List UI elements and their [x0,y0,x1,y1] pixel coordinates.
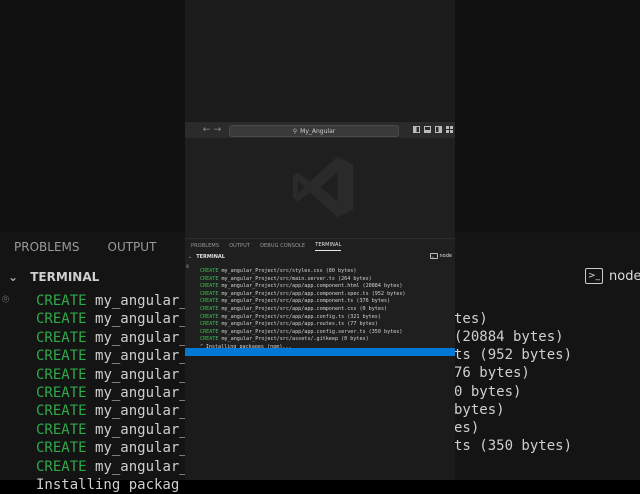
terminal-header: ⌄ TERMINAL >_ node [185,251,455,263]
forward-arrow-icon[interactable]: → [212,125,223,135]
panel-tabs: PROBLEMS OUTPUT DEBUG CONSOLE TERMINAL [185,238,455,251]
terminal-line: CREATE my_angular_Project/src/app/app.co… [200,290,406,297]
terminal-line: CREATE my_angular_Project/src/app/app.ro… [200,321,378,328]
terminal-output: CREATE my_angular_Project/src/styles.css… [200,268,405,352]
terminal-line: CREATE my_angular_Project/src/main.serve… [200,275,372,282]
backdrop-fragment: tes) [454,311,488,327]
customize-layout-icon[interactable] [446,126,453,133]
terminal-line: CREATE my_angular_Project/src/styles.css… [200,268,357,274]
chevron-down-icon[interactable]: ⌄ [188,254,192,260]
tab-debug-console[interactable]: DEBUG CONSOLE [260,243,305,251]
backdrop-fragment: 0 bytes) [454,384,522,400]
backdrop-fragment: ts (350 bytes) [454,438,573,454]
backdrop-node-indicator: >_ node [585,268,640,284]
terminal-line: CREATE my_angular_Project/src/app/app.co… [200,305,388,312]
info-icon: ⌾ [186,264,190,270]
search-icon: ⚲ [292,127,298,135]
command-center-label: My_Angular [300,127,336,135]
backdrop-fragment: 76 bytes) [454,365,530,381]
backdrop-fragment: es) [454,420,480,436]
terminal-body[interactable]: ⌾ CREATE my_angular_Project/src/styles.c… [185,263,455,357]
editor-area [185,138,455,238]
frame-bottom-bar [185,356,455,480]
vscode-window: ← → ⚲ My_Angular PROBLEMS OUTPUT DEBUG C… [185,122,455,356]
tab-problems[interactable]: PROBLEMS [191,243,219,251]
backdrop-fragment: bytes) [454,402,505,418]
vscode-logo-icon [292,156,354,218]
terminal-line: CREATE my_angular_Project/src/app/app.co… [200,328,403,335]
terminal-shell-label: node [439,253,452,259]
terminal-line: CREATE my_angular_Project/src/app/app.co… [200,298,391,305]
frame-top-bar [185,0,455,122]
status-bar [185,348,455,356]
layout-controls [413,126,453,133]
toggle-secondary-sidebar-icon[interactable] [435,126,442,133]
terminal-line: CREATE my_angular_Project/src/app/app.co… [200,283,403,290]
tab-output[interactable]: OUTPUT [229,243,250,251]
terminal-title: TERMINAL [196,254,225,260]
terminal-line: CREATE my_angular_Project/src/assets/.gi… [200,336,369,343]
backdrop-fragment: ts (952 bytes) [454,347,573,363]
terminal-line: CREATE my_angular_Project/src/app/app.co… [200,313,381,320]
back-arrow-icon[interactable]: ← [201,125,212,135]
terminal-icon: >_ [585,268,603,284]
backdrop-node-label: node [609,268,640,284]
tab-terminal[interactable]: TERMINAL [315,242,342,251]
terminal-shell-selector[interactable]: >_ node [429,253,452,259]
terminal-icon: >_ [429,253,438,259]
toggle-sidebar-icon[interactable] [413,126,420,133]
toggle-panel-icon[interactable] [424,126,431,133]
title-bar: ← → ⚲ My_Angular [185,122,455,138]
backdrop-fragment: (20884 bytes) [454,329,564,345]
command-center[interactable]: ⚲ My_Angular [229,125,399,137]
